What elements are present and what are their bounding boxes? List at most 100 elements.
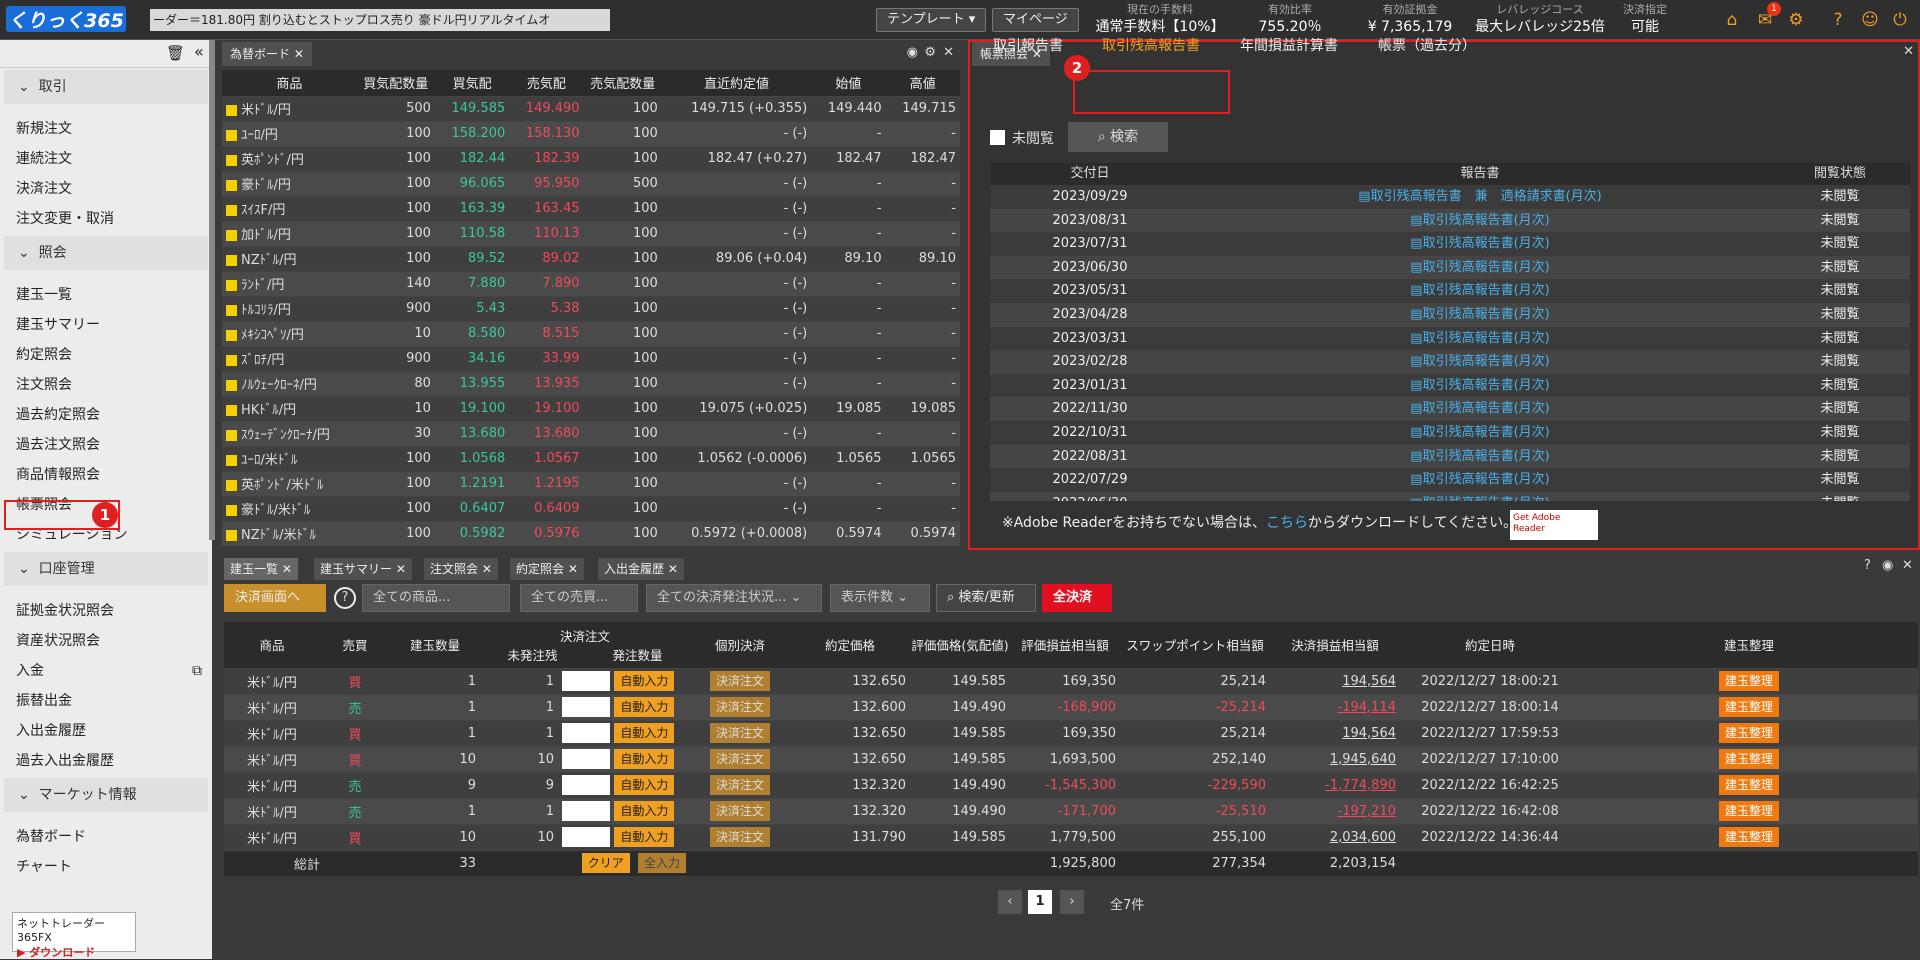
auto-input-button[interactable]: 自動入力: [614, 748, 675, 769]
status-filter[interactable]: 全ての決済発注状況... ⌄: [646, 584, 822, 612]
sidebar-item-deposit[interactable]: 入金 ⧉: [0, 656, 212, 686]
fx-bid[interactable]: 182.44: [434, 145, 510, 171]
auto-input-button[interactable]: 自動入力: [614, 800, 675, 821]
fx-ask[interactable]: 1.2195: [509, 470, 584, 496]
tab-cash-history[interactable]: 入出金履歴 ✕: [598, 558, 684, 580]
fx-row[interactable]: NZﾄﾞﾙ/円 100 89.52 89.02 100 89.06 (+0.04) 89.1…: [222, 245, 960, 271]
fx-row[interactable]: 英ﾎﾟﾝﾄﾞ/円 100 182.44 182.39 100 182.47 (+0.27)…: [222, 145, 960, 171]
adobe-badge[interactable]: Get Adobe Reader: [1510, 510, 1598, 540]
tab-fx-board[interactable]: 為替ボード ✕: [222, 42, 312, 66]
sidebar-item-modify-order[interactable]: 注文変更・取消: [0, 204, 212, 234]
help-icon[interactable]: ?: [1828, 10, 1848, 30]
tab-order-inquiry[interactable]: 注文照会 ✕: [424, 558, 498, 580]
tidy-button[interactable]: 建玉整理: [1718, 827, 1779, 847]
fx-bid[interactable]: 8.580: [434, 320, 510, 346]
sidebar-item-fx-board[interactable]: 為替ボード: [0, 822, 212, 852]
report-link[interactable]: ▤取引残高報告書(月次): [1190, 303, 1770, 327]
template-button[interactable]: テンプレート ▾: [876, 8, 987, 32]
col-p-price[interactable]: 約定価格: [790, 622, 910, 668]
gear-icon[interactable]: ⚙: [1786, 10, 1806, 30]
fx-bid[interactable]: 163.39: [434, 195, 510, 221]
sidebar-item-asset-status[interactable]: 資産状況照会: [0, 626, 212, 656]
prev-page-button[interactable]: ‹: [998, 890, 1022, 914]
logo[interactable]: くりっく365: [6, 6, 126, 32]
order-qty-input[interactable]: [562, 723, 611, 744]
fx-ask[interactable]: 89.02: [509, 245, 584, 271]
tab-position-list[interactable]: 建玉一覧 ✕: [224, 558, 298, 580]
fx-row[interactable]: ﾄﾙｺﾘﾗ/円 900 5.43 5.38 100- (-) - -: [222, 295, 960, 321]
settle-order-button[interactable]: 決済注文: [709, 775, 770, 795]
fill-all-button[interactable]: 全入力: [637, 853, 686, 874]
sidebar-item-position-summary[interactable]: 建玉サマリー: [0, 310, 212, 340]
adobe-link[interactable]: こちら: [1266, 515, 1308, 531]
report-link[interactable]: ▤取引残高報告書(月次): [1190, 421, 1770, 445]
fx-bid[interactable]: 0.6407: [434, 495, 510, 521]
tab-execution-inquiry[interactable]: 約定照会 ✕: [510, 558, 584, 580]
search-button[interactable]: ⌕ 検索: [1068, 122, 1168, 152]
report-link[interactable]: ▤取引残高報告書(月次): [1190, 327, 1770, 351]
report-link[interactable]: ▤取引残高報告書(月次): [1190, 350, 1770, 374]
settle-order-button[interactable]: 決済注文: [709, 697, 770, 717]
fx-ask[interactable]: 1.0567: [509, 445, 584, 471]
trash-icon[interactable]: 🗑: [166, 44, 185, 62]
settle-order-button[interactable]: 決済注文: [709, 749, 770, 769]
sidebar-item-past-cash-history[interactable]: 過去入出金履歴: [0, 746, 212, 776]
order-qty-input[interactable]: [562, 775, 611, 796]
fx-row[interactable]: ﾗﾝﾄﾞ/円 140 7.880 7.890 100- (-) - -: [222, 270, 960, 296]
pos-settle-pl[interactable]: -197,210: [1270, 797, 1400, 824]
settle-order-button[interactable]: 決済注文: [709, 671, 770, 691]
fx-row[interactable]: NZﾄﾞﾙ/米ﾄﾞﾙ 100 0.5982 0.5976 100 0.5972 (+0.0…: [222, 520, 960, 546]
product-filter[interactable]: 全ての商品...: [362, 584, 510, 612]
col-p-settle-pl[interactable]: 決済損益相当額: [1270, 622, 1400, 668]
sidebar-item-orders[interactable]: 注文照会: [0, 370, 212, 400]
bottom-eye-icon[interactable]: ◉: [1882, 558, 1893, 573]
fx-row[interactable]: 米ﾄﾞﾙ/円 500 149.585 149.490 100 149.715 (+0.35…: [222, 95, 960, 121]
fx-bid[interactable]: 19.100: [434, 395, 510, 421]
fx-ask[interactable]: 110.13: [509, 220, 584, 246]
report-link[interactable]: ▤取引残高報告書(月次): [1190, 209, 1770, 233]
col-p-date[interactable]: 約定日時: [1400, 622, 1580, 668]
sidebar-item-settle-order[interactable]: 決済注文: [0, 174, 212, 204]
fx-row[interactable]: ﾒｷｼｺﾍﾟｿ/円 10 8.580 8.515 100- (-) - -: [222, 320, 960, 346]
fx-ask[interactable]: 149.490: [509, 95, 584, 121]
section-market[interactable]: ⌄ マーケット情報: [4, 778, 208, 812]
sidebar-item-margin-status[interactable]: 証拠金状況照会: [0, 596, 212, 626]
pos-settle-pl[interactable]: 194,564: [1270, 667, 1400, 694]
fx-bid[interactable]: 1.0568: [434, 445, 510, 471]
fx-ask[interactable]: 95.950: [509, 170, 584, 196]
fx-bid[interactable]: 149.585: [434, 95, 510, 121]
fx-bid[interactable]: 0.5982: [434, 520, 510, 546]
pos-settle-pl[interactable]: -1,774,890: [1270, 771, 1400, 798]
clear-button[interactable]: クリア: [581, 853, 630, 874]
order-qty-input[interactable]: [562, 697, 611, 718]
tidy-button[interactable]: 建玉整理: [1718, 801, 1779, 821]
eye-icon[interactable]: ◉: [907, 45, 918, 60]
order-qty-input[interactable]: [562, 827, 611, 848]
close-icon[interactable]: ✕: [943, 45, 954, 60]
pos-settle-pl[interactable]: 1,945,640: [1270, 745, 1400, 772]
report-link[interactable]: ▤取引残高報告書(月次): [1190, 468, 1770, 492]
sidebar-item-withdraw[interactable]: 振替出金: [0, 686, 212, 716]
auto-input-button[interactable]: 自動入力: [614, 826, 675, 847]
help-circle-icon[interactable]: ?: [334, 587, 356, 609]
fx-bid[interactable]: 7.880: [434, 270, 510, 296]
download-banner[interactable]: ネットトレーダー365FX ▶ ダウンロード: [12, 912, 136, 959]
section-trade[interactable]: ⌄ 取引: [4, 70, 208, 104]
fx-row[interactable]: HKﾄﾞﾙ/円 10 19.100 19.100 100 19.075 (+0.025) 1…: [222, 395, 960, 421]
fx-bid[interactable]: 13.680: [434, 420, 510, 446]
fx-bid[interactable]: 13.955: [434, 370, 510, 396]
sidebar-item-executions[interactable]: 約定照会: [0, 340, 212, 370]
fx-row[interactable]: 加ﾄﾞﾙ/円 100 110.58 110.13 100- (-) - -: [222, 220, 960, 246]
fx-bid[interactable]: 34.16: [434, 345, 510, 371]
fx-ask[interactable]: 5.38: [509, 295, 584, 321]
col-p-swap[interactable]: スワップポイント相当額: [1120, 622, 1270, 668]
collapse-icon[interactable]: «: [194, 42, 204, 61]
order-qty-input[interactable]: [562, 801, 611, 822]
fx-row[interactable]: 豪ﾄﾞﾙ/米ﾄﾞﾙ 100 0.6407 0.6409 100- (-) - -: [222, 495, 960, 521]
fx-ask[interactable]: 13.935: [509, 370, 584, 396]
settings-icon[interactable]: ⚙: [924, 45, 936, 60]
bottom-help-icon[interactable]: ?: [1864, 558, 1871, 573]
col-p-product[interactable]: 商品: [224, 622, 320, 668]
fx-ask[interactable]: 7.890: [509, 270, 584, 296]
col-p-eval-pl[interactable]: 評価損益相当額: [1010, 622, 1120, 668]
